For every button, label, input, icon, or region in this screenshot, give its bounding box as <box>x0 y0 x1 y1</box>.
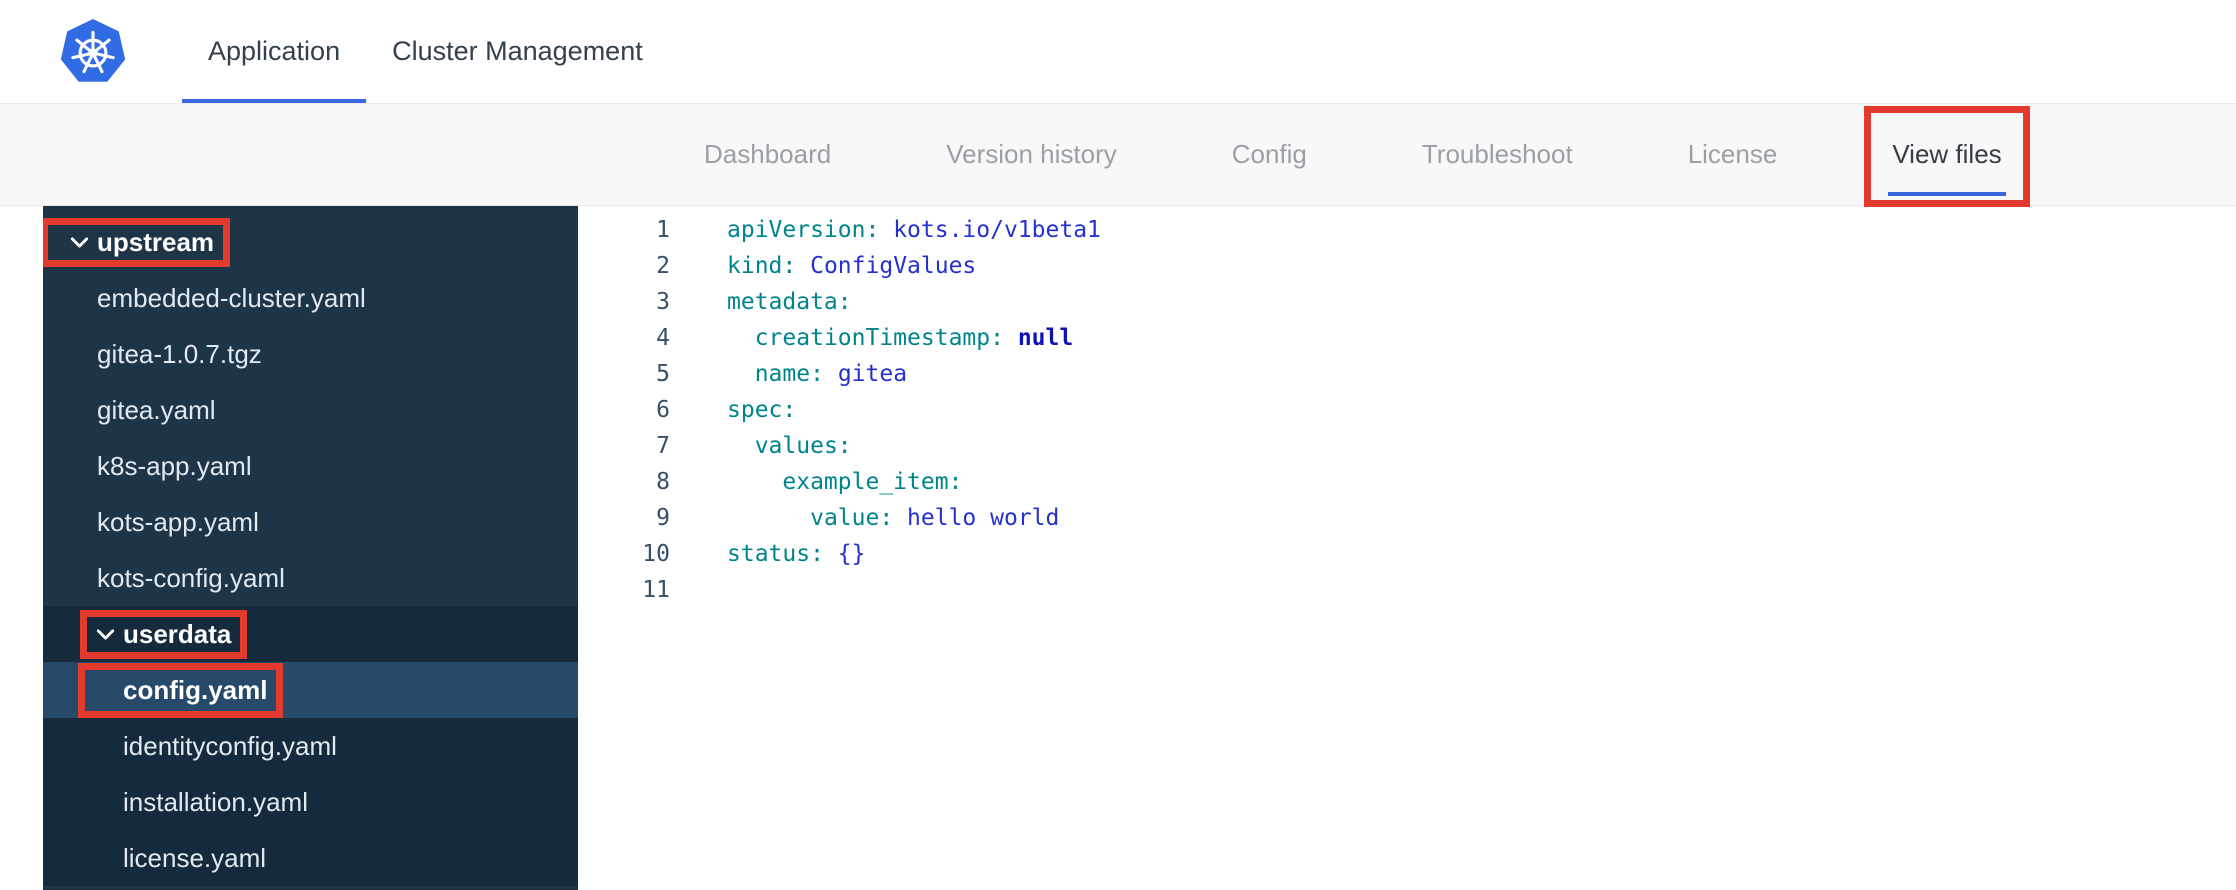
tree-item-label: license.yaml <box>123 842 267 873</box>
tree-item-label: kots-config.yaml <box>97 562 285 593</box>
line-number: 8 <box>656 469 670 495</box>
code-text: kind: ConfigValues <box>727 253 977 279</box>
tab-application[interactable]: Application <box>182 0 366 103</box>
file-identityconfig.yaml[interactable]: identityconfig.yaml <box>43 718 578 774</box>
app-subnav: Dashboard Version history Config Troublesho… <box>0 103 2236 207</box>
tab-version-history[interactable]: Version history <box>946 104 1117 205</box>
code-text: example_item: <box>782 469 963 495</box>
line-number: 10 <box>642 541 670 567</box>
code-line: 3 metadata: <box>578 284 2236 320</box>
code-line: 6 spec: <box>578 392 2236 428</box>
code-line: 2 kind: ConfigValues <box>578 248 2236 284</box>
code-text: spec: <box>727 397 797 423</box>
top-level-tabs: Application Cluster Management <box>182 0 669 103</box>
tab-troubleshoot[interactable]: Troubleshoot <box>1422 104 1573 205</box>
chevron-down-icon <box>94 623 117 646</box>
tab-label: Dashboard <box>704 139 832 169</box>
folder-upstream[interactable]: upstream <box>43 214 578 270</box>
code-line: 8 example_item: <box>578 464 2236 500</box>
file-config.yaml[interactable]: config.yaml <box>43 662 578 718</box>
kubernetes-logo-icon <box>60 18 126 82</box>
line-number: 6 <box>656 397 670 423</box>
line-number: 7 <box>656 433 670 459</box>
code-line: 9 value: hello world <box>578 500 2236 536</box>
tree-item-label: installation.yaml <box>123 786 308 817</box>
line-number: 5 <box>656 361 670 387</box>
code-line: 4 creationTimestamp: null <box>578 320 2236 356</box>
tab-label: View files <box>1892 139 2002 169</box>
file-kots-config.yaml[interactable]: kots-config.yaml <box>43 550 578 606</box>
tree-item-label: userdata <box>123 618 232 649</box>
line-number: 3 <box>656 289 670 315</box>
tab-label: Version history <box>946 139 1117 169</box>
code-line: 10 status: {} <box>578 536 2236 572</box>
code-line: 7 values: <box>578 428 2236 464</box>
code-lines: 1 apiVersion: kots.io/v1beta1 2 kind: Confi… <box>578 212 2236 608</box>
tab-label: Config <box>1231 139 1307 169</box>
file-k8s-app.yaml[interactable]: k8s-app.yaml <box>43 438 578 494</box>
code-text: value: hello world <box>810 505 1060 531</box>
line-number: 11 <box>642 577 670 603</box>
line-number: 4 <box>656 325 670 351</box>
tree-item-label: gitea-1.0.7.tgz <box>97 338 262 369</box>
app-header: Application Cluster Management <box>0 0 2236 103</box>
tree-item-label: upstream <box>97 226 215 257</box>
tree-item-label: config.yaml <box>123 674 268 705</box>
code-text: values: <box>754 433 852 459</box>
tab-label: License <box>1687 139 1778 169</box>
code-line: 5 name: gitea <box>578 356 2236 392</box>
code-text: status: {} <box>727 541 866 567</box>
file-tree: upstream embedded-cluster.yaml gitea-1.0.7… <box>43 206 578 890</box>
file-installation.yaml[interactable]: installation.yaml <box>43 774 578 830</box>
tab-view-files[interactable]: View files <box>1864 104 2030 207</box>
code-text: name: gitea <box>754 361 908 387</box>
tree-item-label: gitea.yaml <box>97 394 216 425</box>
line-number: 2 <box>656 253 670 279</box>
code-text: metadata: <box>727 289 852 315</box>
code-text: creationTimestamp: null <box>754 325 1074 351</box>
tree-item-label: identityconfig.yaml <box>123 730 337 761</box>
file-kots-app.yaml[interactable]: kots-app.yaml <box>43 494 578 550</box>
folder-userdata[interactable]: userdata <box>43 606 578 662</box>
kubernetes-logo <box>60 0 126 103</box>
line-number: 9 <box>656 505 670 531</box>
tab-license[interactable]: License <box>1688 104 1778 205</box>
main-content: upstream embedded-cluster.yaml gitea-1.0.7… <box>0 206 2236 890</box>
tab-config[interactable]: Config <box>1232 104 1307 205</box>
tab-cluster-management[interactable]: Cluster Management <box>366 0 669 103</box>
code-line: 1 apiVersion: kots.io/v1beta1 <box>578 212 2236 248</box>
tree-item-label: kots-app.yaml <box>97 506 259 537</box>
file-gitea-1.0.7.tgz[interactable]: gitea-1.0.7.tgz <box>43 326 578 382</box>
tree-item-label: embedded-cluster.yaml <box>97 282 366 313</box>
line-number: 1 <box>656 217 670 243</box>
tree-item-label: k8s-app.yaml <box>97 450 252 481</box>
tab-label: Troubleshoot <box>1421 139 1573 169</box>
tab-dashboard[interactable]: Dashboard <box>704 104 831 205</box>
code-line: 11 <box>578 572 2236 608</box>
chevron-down-icon <box>68 231 91 254</box>
code-text: apiVersion: kots.io/v1beta1 <box>727 217 1101 243</box>
file-embedded-cluster.yaml[interactable]: embedded-cluster.yaml <box>43 270 578 326</box>
file-content-viewer: 1 apiVersion: kots.io/v1beta1 2 kind: Confi… <box>578 206 2236 890</box>
subnav-tabs: Dashboard Version history Config Troublesho… <box>704 104 2030 207</box>
file-gitea.yaml[interactable]: gitea.yaml <box>43 382 578 438</box>
file-license.yaml[interactable]: license.yaml <box>43 830 578 886</box>
